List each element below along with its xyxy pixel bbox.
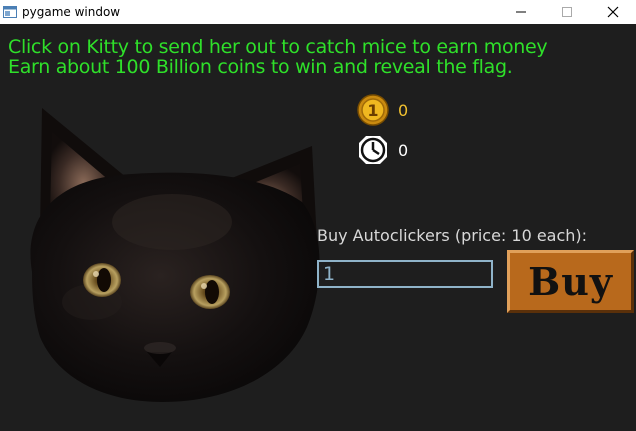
- quantity-input[interactable]: [317, 260, 493, 288]
- gold-coin-icon: 1: [357, 94, 389, 126]
- minimize-icon: [516, 11, 526, 13]
- minimize-button[interactable]: [498, 0, 544, 24]
- title-bar: pygame window: [0, 0, 636, 24]
- coins-stat: 1 0: [357, 94, 408, 126]
- instruction-line-2: Earn about 100 Billion coins to win and …: [8, 56, 513, 78]
- game-area: Click on Kitty to send her out to catch …: [0, 24, 636, 431]
- app-icon: [3, 5, 17, 19]
- pygame-window: pygame window Click on Kitty to send her…: [0, 0, 636, 431]
- maximize-button[interactable]: [544, 0, 590, 24]
- autoclickers-value: 0: [398, 140, 409, 160]
- svg-text:1: 1: [367, 101, 378, 120]
- coins-value: 0: [398, 100, 409, 120]
- close-button[interactable]: [590, 0, 636, 24]
- buy-autoclickers-label: Buy Autoclickers (price: 10 each):: [317, 226, 588, 245]
- kitty-button[interactable]: [22, 102, 322, 404]
- black-cat-image: [30, 108, 320, 402]
- instructions: Click on Kitty to send her out to catch …: [8, 36, 548, 78]
- close-icon: [607, 6, 619, 18]
- maximize-icon: [562, 7, 572, 17]
- clock-icon: [359, 136, 387, 164]
- buy-button[interactable]: Buy: [507, 250, 634, 313]
- window-title: pygame window: [22, 5, 121, 19]
- autoclickers-stat: 0: [357, 134, 408, 166]
- instruction-line-1: Click on Kitty to send her out to catch …: [8, 36, 548, 58]
- window-controls: [498, 0, 636, 24]
- buy-button-label: Buy: [528, 259, 613, 304]
